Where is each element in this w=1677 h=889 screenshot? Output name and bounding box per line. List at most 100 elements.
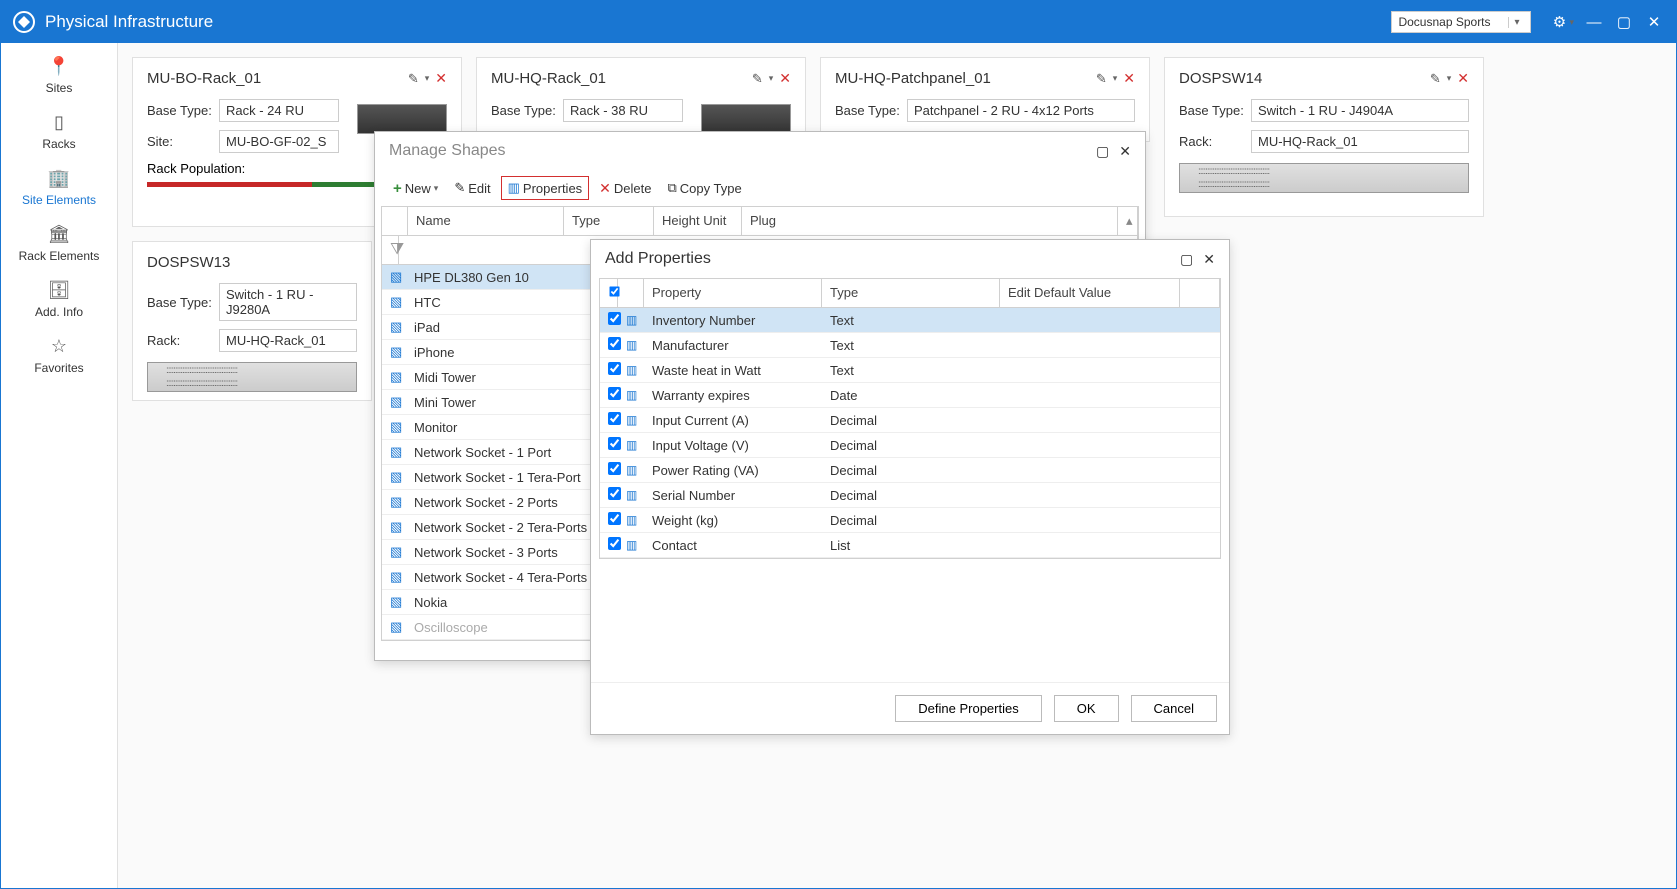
- base-type-field[interactable]: Rack - 38 RU: [563, 99, 683, 122]
- property-row[interactable]: ▥Input Current (A)Decimal: [600, 408, 1220, 433]
- edit-icon[interactable]: ✎: [1096, 71, 1107, 87]
- base-type-field[interactable]: Patchpanel - 2 RU - 4x12 Ports: [907, 99, 1135, 122]
- card-title: DOSPSW14: [1179, 70, 1262, 87]
- property-type: Decimal: [822, 509, 1000, 532]
- tenant-selector[interactable]: Docusnap Sports ▾: [1391, 11, 1531, 33]
- chevron-down-icon[interactable]: ▾: [769, 73, 774, 84]
- property-icon: ▥: [618, 459, 644, 481]
- chevron-down-icon[interactable]: ▾: [425, 73, 430, 84]
- property-icon: ▥: [618, 359, 644, 381]
- property-default: [1000, 391, 1180, 399]
- maximize-button[interactable]: ▢: [1614, 13, 1634, 31]
- property-row[interactable]: ▥Inventory NumberText: [600, 308, 1220, 333]
- select-all-checkbox[interactable]: [609, 286, 619, 296]
- property-name: Contact: [644, 534, 822, 557]
- delete-button[interactable]: ✕Delete: [593, 177, 657, 200]
- dialog-title: Add Properties ▢✕: [591, 240, 1229, 278]
- ok-button[interactable]: OK: [1054, 695, 1119, 722]
- base-type-field[interactable]: Rack - 24 RU: [219, 99, 339, 122]
- maximize-icon[interactable]: ▢: [1180, 251, 1193, 268]
- shape-icon: ▧: [390, 319, 406, 335]
- new-button[interactable]: +New ▾: [387, 177, 444, 200]
- titlebar: Physical Infrastructure Docusnap Sports …: [1, 1, 1676, 43]
- x-icon: ✕: [599, 180, 611, 197]
- copy-type-button[interactable]: ⧉Copy Type: [661, 177, 747, 199]
- property-type: Text: [822, 334, 1000, 357]
- shape-icon: ▧: [390, 544, 406, 560]
- property-name: Power Rating (VA): [644, 459, 822, 482]
- maximize-icon[interactable]: ▢: [1096, 143, 1109, 160]
- sidebar-item-sites[interactable]: 📍Sites: [46, 55, 73, 95]
- close-icon[interactable]: ✕: [435, 70, 447, 87]
- edit-button[interactable]: ✎Edit: [448, 177, 496, 199]
- close-icon[interactable]: ✕: [779, 70, 791, 87]
- gear-icon[interactable]: ⚙: [1549, 13, 1569, 31]
- shape-icon: ▧: [390, 294, 406, 310]
- rack-elements-icon: 🏛: [48, 223, 70, 245]
- info-icon: 🗄: [48, 279, 70, 301]
- switch-image: [1179, 163, 1469, 193]
- close-icon[interactable]: ✕: [1119, 143, 1131, 160]
- card-switch-13: DOSPSW13 Base Type:Switch - 1 RU - J9280…: [132, 241, 372, 401]
- shape-icon: ▧: [390, 594, 406, 610]
- pencil-icon: ✎: [454, 180, 465, 196]
- property-icon: ▥: [618, 309, 644, 331]
- properties-button[interactable]: ▥Properties: [501, 176, 590, 200]
- property-name: Input Voltage (V): [644, 434, 822, 457]
- rack-field[interactable]: MU-HQ-Rack_01: [219, 329, 357, 352]
- property-row[interactable]: ▥ManufacturerText: [600, 333, 1220, 358]
- sidebar-item-rack-elements[interactable]: 🏛Rack Elements: [19, 223, 100, 263]
- sidebar-item-add-info[interactable]: 🗄Add. Info: [35, 279, 83, 319]
- card-title: MU-HQ-Rack_01: [491, 70, 606, 87]
- sidebar-item-favorites[interactable]: ☆Favorites: [34, 335, 83, 375]
- close-button[interactable]: ✕: [1644, 13, 1664, 31]
- chevron-down-icon[interactable]: ▾: [1447, 73, 1452, 84]
- sidebar-item-racks[interactable]: ▯Racks: [42, 111, 75, 151]
- switch-image: [147, 362, 357, 392]
- property-row[interactable]: ▥Power Rating (VA)Decimal: [600, 458, 1220, 483]
- property-name: Warranty expires: [644, 384, 822, 407]
- property-row[interactable]: ▥Serial NumberDecimal: [600, 483, 1220, 508]
- sidebar-item-site-elements[interactable]: 🏢Site Elements: [22, 167, 96, 207]
- property-type: Text: [822, 309, 1000, 332]
- dialog-toolbar: +New ▾ ✎Edit ▥Properties ✕Delete ⧉Copy T…: [375, 170, 1145, 206]
- property-icon: ▥: [618, 534, 644, 556]
- base-type-field[interactable]: Switch - 1 RU - J9280A: [219, 283, 357, 321]
- close-icon[interactable]: ✕: [1123, 70, 1135, 87]
- filter-icon[interactable]: ⧩: [382, 236, 399, 264]
- scroll-up-icon[interactable]: ▴: [1118, 207, 1138, 235]
- edit-icon[interactable]: ✎: [1430, 71, 1441, 87]
- property-row[interactable]: ▥Input Voltage (V)Decimal: [600, 433, 1220, 458]
- close-icon[interactable]: ✕: [1457, 70, 1469, 87]
- card-switch-14: DOSPSW14 ✎▾✕ Base Type:Switch - 1 RU - J…: [1164, 57, 1484, 217]
- rack-image: [701, 104, 791, 134]
- chevron-down-icon[interactable]: ▾: [1569, 17, 1574, 28]
- close-icon[interactable]: ✕: [1203, 251, 1215, 268]
- props-grid-header: Property Type Edit Default Value: [599, 278, 1221, 308]
- define-properties-button[interactable]: Define Properties: [895, 695, 1041, 722]
- chevron-down-icon[interactable]: ▾: [1113, 73, 1118, 84]
- property-row[interactable]: ▥Waste heat in WattText: [600, 358, 1220, 383]
- card-title: MU-HQ-Patchpanel_01: [835, 70, 991, 87]
- minimize-button[interactable]: —: [1584, 14, 1604, 31]
- property-name: Weight (kg): [644, 509, 822, 532]
- card-title: MU-BO-Rack_01: [147, 70, 261, 87]
- property-row[interactable]: ▥ContactList: [600, 533, 1220, 558]
- edit-icon[interactable]: ✎: [408, 71, 419, 87]
- shapes-grid-header: Name Type Height Unit Plug ▴: [381, 206, 1139, 236]
- cancel-button[interactable]: Cancel: [1131, 695, 1217, 722]
- copy-icon: ⧉: [667, 180, 676, 196]
- site-elements-icon: 🏢: [48, 167, 70, 189]
- property-default: [1000, 541, 1180, 549]
- property-type: Decimal: [822, 409, 1000, 432]
- rack-field[interactable]: MU-HQ-Rack_01: [1251, 130, 1469, 153]
- edit-icon[interactable]: ✎: [752, 71, 763, 87]
- canvas: MU-BO-Rack_01 ✎▾✕ Base Type:Rack - 24 RU…: [118, 43, 1676, 888]
- property-type: Decimal: [822, 484, 1000, 507]
- base-type-field[interactable]: Switch - 1 RU - J4904A: [1251, 99, 1469, 122]
- site-field[interactable]: MU-BO-GF-02_S: [219, 130, 339, 153]
- rack-icon: ▯: [48, 111, 70, 133]
- shape-icon: ▧: [390, 469, 406, 485]
- property-row[interactable]: ▥Warranty expiresDate: [600, 383, 1220, 408]
- property-row[interactable]: ▥Weight (kg)Decimal: [600, 508, 1220, 533]
